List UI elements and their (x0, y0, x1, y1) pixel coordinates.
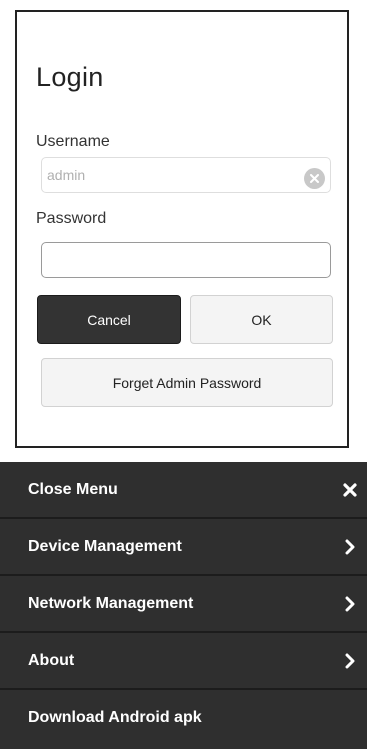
menu-item-network-management[interactable]: Network Management (0, 576, 367, 633)
menu-item-device-management[interactable]: Device Management (0, 519, 367, 576)
password-label: Password (36, 210, 107, 227)
forget-password-button[interactable]: Forget Admin Password (41, 358, 333, 407)
login-title: Login (36, 62, 104, 92)
menu-item-download-android-apk[interactable]: Download Android apk (0, 690, 367, 747)
menu-item-label: About (28, 652, 75, 669)
menu-item-close-menu[interactable]: Close Menu (0, 462, 367, 519)
chevron-right-icon (345, 653, 355, 669)
login-dialog: Login Username Password Cancel OK Forget… (15, 10, 349, 448)
x-mark-icon (310, 174, 319, 183)
menu-item-label: Close Menu (28, 481, 118, 498)
clear-input-icon[interactable] (304, 168, 325, 189)
menu-item-label: Network Management (28, 595, 194, 612)
menu-item-about[interactable]: About (0, 633, 367, 690)
ok-button[interactable]: OK (190, 295, 333, 344)
username-input[interactable] (41, 157, 331, 193)
close-icon (343, 483, 357, 497)
side-menu: Close Menu Device Management Network Man… (0, 462, 367, 749)
password-input[interactable] (41, 242, 331, 278)
chevron-right-icon (345, 539, 355, 555)
menu-item-label: Download Android apk (28, 709, 202, 726)
menu-item-label: Device Management (28, 538, 182, 555)
cancel-button[interactable]: Cancel (37, 295, 181, 344)
chevron-right-icon (345, 596, 355, 612)
username-label: Username (36, 133, 110, 150)
